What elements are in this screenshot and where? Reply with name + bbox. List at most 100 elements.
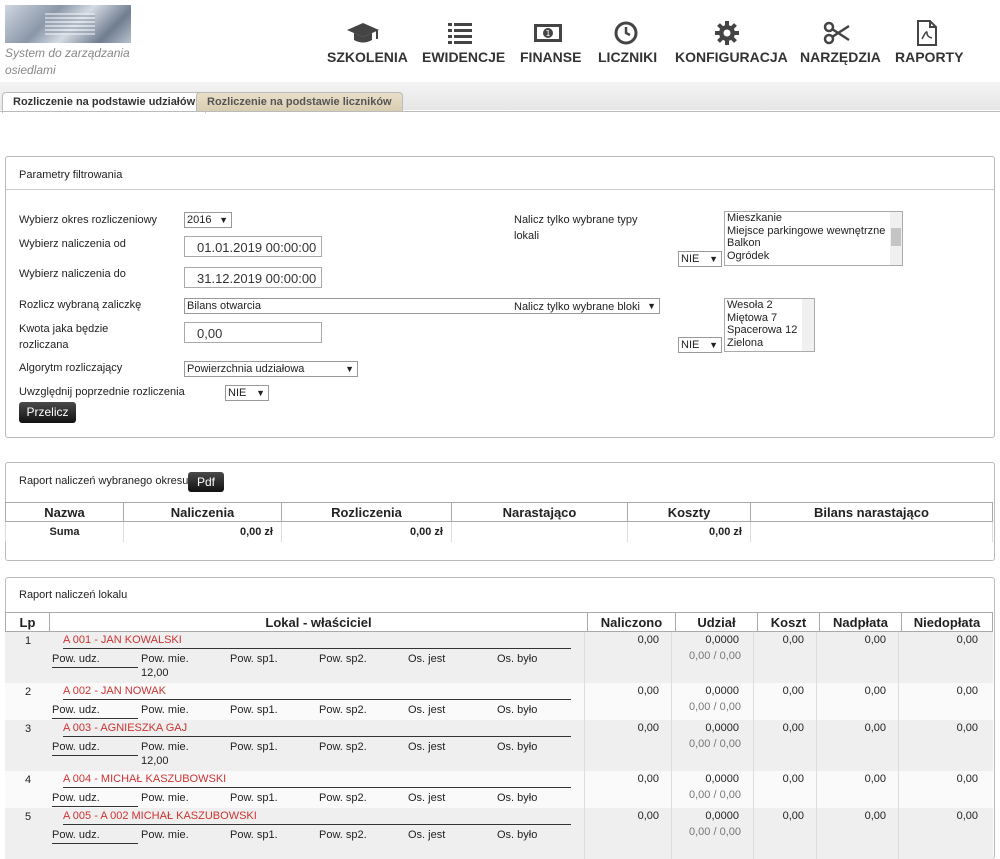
column-divider	[584, 632, 585, 683]
tab-shares[interactable]: Rozliczenie na podstawie udziałów	[2, 92, 207, 113]
sub-header-os-jest: Os. jest	[408, 653, 446, 665]
list-icon	[448, 23, 472, 44]
column-header: Koszty	[627, 502, 751, 522]
sum-rozliczenia: 0,00 zł	[281, 521, 452, 542]
unit-link[interactable]: A 002	[63, 685, 91, 697]
list-item[interactable]: Miejsce parkingowe wewnętrzne	[725, 225, 902, 238]
sum-bilans	[750, 521, 993, 542]
period-select[interactable]: 2016 ▼	[184, 212, 232, 228]
blocks-toggle-select[interactable]: NIE ▼	[678, 337, 722, 353]
scrollbar[interactable]	[802, 299, 814, 351]
nadplata-value: 0,00	[864, 685, 886, 697]
previous-label: Uwzględnij poprzednie rozliczenia	[19, 386, 185, 398]
nav-finanse[interactable]: 1 FINANSE	[520, 20, 582, 65]
table-row: 3 A 003 - AGNIESZKA GAJ Pow. udz. Pow. m…	[5, 720, 993, 771]
scrollbar-thumb[interactable]	[891, 228, 901, 246]
from-date-input[interactable]: 01.01.2019 00:00:00	[184, 236, 322, 257]
types-toggle-select[interactable]: NIE ▼	[678, 251, 722, 267]
owner-link[interactable]: JAN KOWALSKI	[101, 634, 182, 646]
chevron-down-icon: ▼	[709, 340, 718, 350]
list-item[interactable]: Spacerowa 12	[725, 324, 814, 337]
unit-owner: A 005 - A 002 MICHAŁ KASZUBOWSKI	[63, 810, 571, 825]
types-label-2: lokali	[514, 230, 540, 242]
owner-link[interactable]: A 002 MICHAŁ KASZUBOWSKI	[100, 810, 257, 822]
to-label: Wybierz naliczenia do	[19, 268, 126, 280]
row-number: 5	[25, 811, 32, 823]
nav-label: SZKOLENIA	[327, 49, 408, 65]
scrollbar[interactable]	[890, 212, 902, 265]
list-item[interactable]: Mieszkanie	[725, 212, 902, 225]
column-divider	[898, 720, 899, 771]
chevron-down-icon: ▼	[256, 388, 265, 398]
column-divider	[753, 683, 754, 720]
sub-header-pow-sp2: Pow. sp2.	[319, 653, 367, 665]
sub-header-pow-sp2: Pow. sp2.	[319, 704, 367, 716]
period-value: 2016	[187, 214, 212, 226]
owner-link[interactable]: MICHAŁ KASZUBOWSKI	[101, 773, 226, 785]
column-header: Naliczono	[587, 612, 676, 632]
column-divider	[816, 808, 817, 859]
tab-meters[interactable]: Rozliczenie na podstawie liczników	[196, 92, 403, 112]
column-divider	[584, 683, 585, 720]
sub-header-os-bylo: Os. było	[497, 741, 538, 753]
algorithm-select[interactable]: Powierzchnia udziałowa ▼	[184, 361, 358, 377]
nav-liczniki[interactable]: LICZNIKI	[598, 20, 657, 65]
graduation-cap-icon	[347, 23, 379, 43]
list-item[interactable]: Zielona	[725, 337, 814, 350]
blocks-label: Nalicz tylko wybrane bloki	[514, 301, 640, 313]
nav-raporty[interactable]: RAPORTY	[895, 20, 963, 65]
recalculate-button[interactable]: Przelicz	[19, 402, 76, 423]
column-divider	[898, 632, 899, 683]
column-divider	[898, 683, 899, 720]
column-divider	[671, 808, 672, 859]
unit-types-listbox[interactable]: Mieszkanie Miejsce parkingowe wewnętrzne…	[724, 211, 903, 266]
koszt-value: 0,00	[782, 685, 804, 697]
nadplata-value: 0,00	[864, 634, 886, 646]
sum-naliczenia: 0,00 zł	[123, 521, 282, 542]
algorithm-value: Powierzchnia udziałowa	[187, 363, 305, 375]
udzial-sub-value: 0,00 / 0,00	[689, 826, 741, 838]
udzial-sub-value: 0,00 / 0,00	[689, 738, 741, 750]
column-divider	[671, 632, 672, 683]
nav-ewidencje[interactable]: EWIDENCJE	[422, 20, 505, 65]
pdf-button[interactable]: Pdf	[188, 472, 224, 492]
list-item[interactable]: Wesoła 2	[725, 299, 814, 312]
sub-header-pow-sp2: Pow. sp2.	[319, 792, 367, 804]
sub-header-os-jest: Os. jest	[408, 829, 446, 841]
niedoplata-value: 0,00	[956, 773, 978, 785]
owner-link[interactable]: JAN NOWAK	[101, 685, 166, 697]
unit-link[interactable]: A 001	[63, 634, 91, 646]
nav-label: FINANSE	[520, 49, 582, 65]
sum-narastajaco	[451, 521, 628, 542]
owner-link[interactable]: AGNIESZKA GAJ	[100, 722, 187, 734]
list-item[interactable]: Balkon	[725, 237, 902, 250]
logo-image[interactable]	[5, 5, 131, 43]
koszt-value: 0,00	[782, 773, 804, 785]
chevron-down-icon: ▼	[219, 215, 228, 225]
unit-owner: A 004 - MICHAŁ KASZUBOWSKI	[63, 773, 571, 788]
previous-value: NIE	[228, 387, 247, 399]
list-item[interactable]: Ogródek	[725, 250, 902, 263]
amount-input[interactable]: 0,00	[184, 322, 322, 343]
to-date-input[interactable]: 31.12.2019 00:00:00	[184, 267, 322, 288]
nav-narzedzia[interactable]: NARZĘDZIA	[800, 20, 881, 65]
previous-select[interactable]: NIE ▼	[225, 385, 269, 401]
column-divider	[671, 771, 672, 808]
unit-link[interactable]: A 005	[63, 810, 91, 822]
column-divider	[753, 771, 754, 808]
column-divider	[898, 771, 899, 808]
unit-link[interactable]: A 004	[63, 773, 91, 785]
blocks-listbox[interactable]: Wesoła 2 Miętowa 7 Spacerowa 12 Zielona	[724, 298, 815, 352]
column-divider	[816, 683, 817, 720]
sub-header-os-jest: Os. jest	[408, 704, 446, 716]
nav-konfiguracja[interactable]: KONFIGURACJA	[675, 20, 788, 65]
column-header: Narastająco	[451, 502, 628, 522]
row-number: 2	[25, 686, 32, 698]
sub-header-pow-mie: Pow. mie.	[141, 792, 189, 804]
udzial-value: 0,0000	[705, 810, 739, 822]
column-divider	[816, 771, 817, 808]
list-item[interactable]: Miętowa 7	[725, 312, 814, 325]
unit-link[interactable]: A 003	[63, 722, 91, 734]
nav-szkolenia[interactable]: SZKOLENIA	[327, 20, 408, 65]
sub-header-os-jest: Os. jest	[408, 792, 446, 804]
